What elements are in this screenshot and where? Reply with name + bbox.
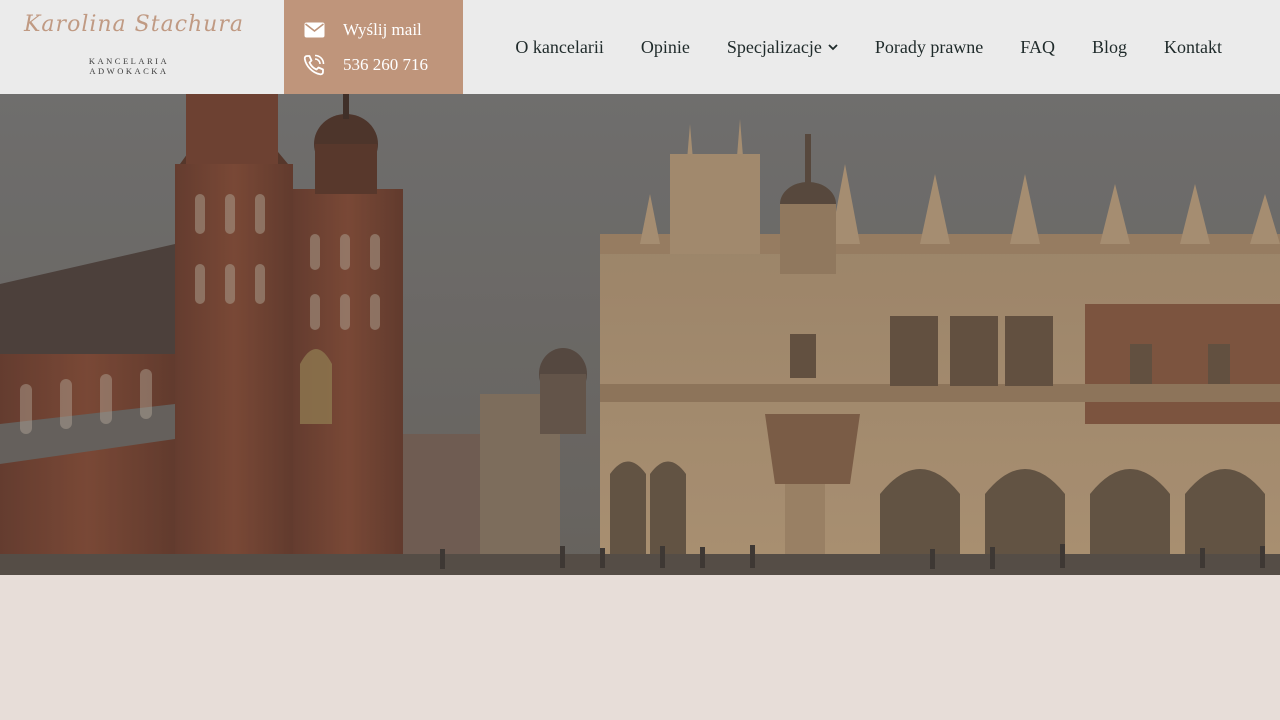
hero-overlay (0, 94, 1280, 575)
nav-label: Opinie (640, 36, 690, 57)
site-header: Karolina Stachura KANCELARIA ADWOKACKA W… (0, 0, 1280, 94)
email-link[interactable]: Wyślij mail (303, 18, 422, 42)
nav-item-specjalizacje[interactable]: Specjalizacje (727, 37, 838, 58)
envelope-icon (303, 19, 325, 41)
logo-script-name: Karolina Stachura (24, 12, 244, 37)
content-area (0, 575, 1280, 720)
hero-image (0, 94, 1280, 575)
nav-label: Specjalizacje (726, 36, 822, 57)
nav-label: Blog (1091, 36, 1127, 57)
nav-item-faq[interactable]: FAQ (1020, 37, 1055, 58)
nav-label: FAQ (1020, 36, 1055, 57)
logo-subtitle-line2: ADWOKACKA (89, 66, 169, 76)
phone-icon (303, 54, 325, 76)
phone-link[interactable]: 536 260 716 (303, 53, 428, 77)
email-label: Wyślij mail (343, 20, 422, 39)
nav-item-blog[interactable]: Blog (1092, 37, 1127, 58)
nav-label: O kancelarii (515, 36, 604, 57)
nav-item-opinie[interactable]: Opinie (641, 37, 690, 58)
nav-label: Kontakt (1164, 36, 1222, 57)
chevron-down-icon (828, 43, 838, 51)
nav-item-o-kancelarii[interactable]: O kancelarii (515, 37, 603, 58)
logo[interactable]: Karolina Stachura KANCELARIA ADWOKACKA (24, 12, 244, 78)
logo-subtitle-line1: KANCELARIA (88, 56, 170, 66)
phone-label: 536 260 716 (343, 55, 428, 74)
main-nav: O kancelarii Opinie Specjalizacje Porady… (478, 0, 1222, 94)
contact-box: Wyślij mail 536 260 716 (284, 0, 463, 94)
nav-item-kontakt[interactable]: Kontakt (1164, 37, 1222, 58)
nav-label: Porady prawne (874, 36, 984, 57)
nav-item-porady-prawne[interactable]: Porady prawne (875, 37, 983, 58)
